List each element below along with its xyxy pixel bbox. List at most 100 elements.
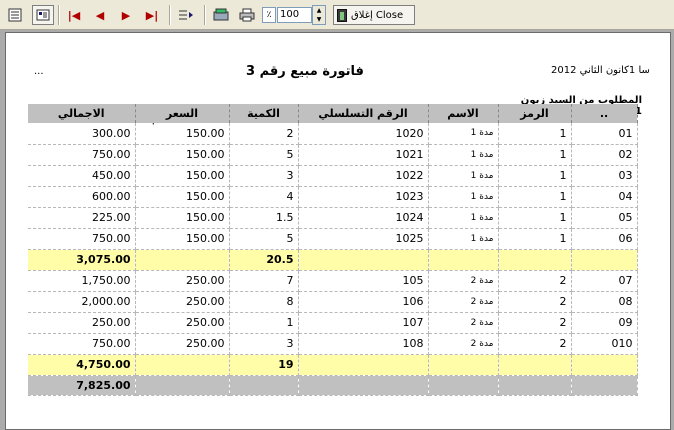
cell-qty: 1 <box>229 312 299 334</box>
next-page-button[interactable]: ▶ <box>115 5 137 25</box>
cell-num: 03 <box>571 165 638 187</box>
cell-name: مدة 1 <box>428 144 499 166</box>
table-row: 750.00 150.00 5 1021 مدة 1 1 02 <box>28 144 638 166</box>
grand-empty <box>298 375 429 396</box>
cell-qty: 7 <box>229 270 299 292</box>
cell-num: 02 <box>571 144 638 166</box>
previous-page-button[interactable]: ◀ <box>89 5 111 25</box>
cell-num: 09 <box>571 312 638 334</box>
close-button-label: إغلاق Close <box>351 9 404 21</box>
close-button[interactable]: إغلاق Close <box>333 5 415 25</box>
header-serial: الرقم التسلسلي <box>298 104 429 123</box>
cell-qty: 5 <box>229 228 299 250</box>
cell-price: 150.00 <box>135 228 230 250</box>
cell-code: 1 <box>498 123 572 145</box>
grand-empty <box>571 375 638 396</box>
cell-name: مدة 2 <box>428 333 499 355</box>
cell-num: 04 <box>571 186 638 208</box>
cell-serial: 107 <box>298 312 429 334</box>
last-page-icon: ▶| <box>145 8 159 22</box>
toolbar-separator <box>169 5 171 25</box>
cell-num: 010 <box>571 333 638 355</box>
cell-code: 1 <box>498 144 572 166</box>
cell-num: 07 <box>571 270 638 292</box>
cell-serial: 1025 <box>298 228 429 250</box>
cell-code: 1 <box>498 207 572 229</box>
cell-qty: 4 <box>229 186 299 208</box>
cell-total: 250.00 <box>28 312 136 334</box>
spin-down-icon[interactable]: ▼ <box>313 15 325 24</box>
toolbar-separator <box>204 5 206 25</box>
invoice-table: الاجمالي السعر الكمية الرقم التسلسلي الا… <box>28 104 638 396</box>
export-icon <box>213 8 229 21</box>
cell-price: 150.00 <box>135 144 230 166</box>
cell-serial: 1023 <box>298 186 429 208</box>
goto-page-icon <box>179 10 193 20</box>
export-button[interactable] <box>210 5 232 25</box>
cell-num: 06 <box>571 228 638 250</box>
cell-num: 05 <box>571 207 638 229</box>
cell-price: 150.00 <box>135 165 230 187</box>
cell-name: مدة 2 <box>428 312 499 334</box>
cell-price: 250.00 <box>135 270 230 292</box>
cell-qty: 2 <box>229 123 299 145</box>
header-num: .. <box>571 104 638 123</box>
cell-total: 300.00 <box>28 123 136 145</box>
last-page-button[interactable]: ▶| <box>141 5 163 25</box>
subtotal-empty <box>298 354 429 376</box>
page-thumbnail-icon <box>36 9 50 21</box>
cell-code: 2 <box>498 312 572 334</box>
zoom-input[interactable]: 100 <box>277 7 312 23</box>
cell-name: مدة 1 <box>428 186 499 208</box>
subtotal-empty <box>571 354 638 376</box>
first-page-button[interactable]: |◀ <box>63 5 85 25</box>
cell-qty: 8 <box>229 291 299 313</box>
subtotal-total: 4,750.00 <box>28 354 136 376</box>
goto-page-button[interactable] <box>175 5 197 25</box>
subtotal-empty <box>498 354 572 376</box>
cell-qty: 3 <box>229 333 299 355</box>
table-row: 225.00 150.00 1.5 1024 مدة 1 1 05 <box>28 207 638 229</box>
cell-code: 2 <box>498 270 572 292</box>
header-total: الاجمالي <box>28 104 136 123</box>
list-view-icon <box>8 8 22 22</box>
exit-door-icon <box>337 8 347 22</box>
cell-price: 250.00 <box>135 291 230 313</box>
cell-code: 1 <box>498 186 572 208</box>
cell-name: مدة 2 <box>428 291 499 313</box>
cell-serial: 108 <box>298 333 429 355</box>
page-dots: ... <box>34 66 44 77</box>
grand-empty <box>229 375 299 396</box>
cell-name: مدة 2 <box>428 270 499 292</box>
cell-total: 750.00 <box>28 333 136 355</box>
cell-serial: 106 <box>298 291 429 313</box>
grand-empty <box>428 375 499 396</box>
cell-code: 1 <box>498 228 572 250</box>
subtotal-empty <box>498 249 572 271</box>
next-page-icon: ▶ <box>121 8 131 22</box>
cell-qty: 1.5 <box>229 207 299 229</box>
report-toolbar: |◀ ◀ ▶ ▶| ٪ 100 ▲ ▼ إغلاق Close <box>0 0 674 30</box>
print-button[interactable] <box>236 5 258 25</box>
table-header-row: الاجمالي السعر الكمية الرقم التسلسلي الا… <box>28 104 638 123</box>
cell-qty: 5 <box>229 144 299 166</box>
subtotal-qty: 20.5 <box>229 249 299 271</box>
subtotal-row: 3,075.00 20.5 <box>28 249 638 271</box>
page-view-button[interactable] <box>32 5 54 25</box>
cell-price: 150.00 <box>135 207 230 229</box>
cell-price: 250.00 <box>135 312 230 334</box>
cell-total: 450.00 <box>28 165 136 187</box>
spin-up-icon[interactable]: ▲ <box>313 6 325 15</box>
header-code: الرمز <box>498 104 572 123</box>
header-name: الاسم <box>428 104 499 123</box>
table-row: 600.00 150.00 4 1023 مدة 1 1 04 <box>28 186 638 208</box>
cell-total: 2,000.00 <box>28 291 136 313</box>
table-row: 750.00 150.00 5 1025 مدة 1 1 06 <box>28 228 638 250</box>
header-price: السعر <box>135 104 230 123</box>
table-row: 1,750.00 250.00 7 105 مدة 2 2 07 <box>28 270 638 292</box>
table-row: 300.00 150.00 2 1020 مدة 1 1 01 <box>28 123 638 145</box>
cell-serial: 105 <box>298 270 429 292</box>
toggle-tree-button[interactable] <box>4 5 26 25</box>
zoom-spinner[interactable]: ▲ ▼ <box>312 5 326 25</box>
cell-num: 01 <box>571 123 638 145</box>
